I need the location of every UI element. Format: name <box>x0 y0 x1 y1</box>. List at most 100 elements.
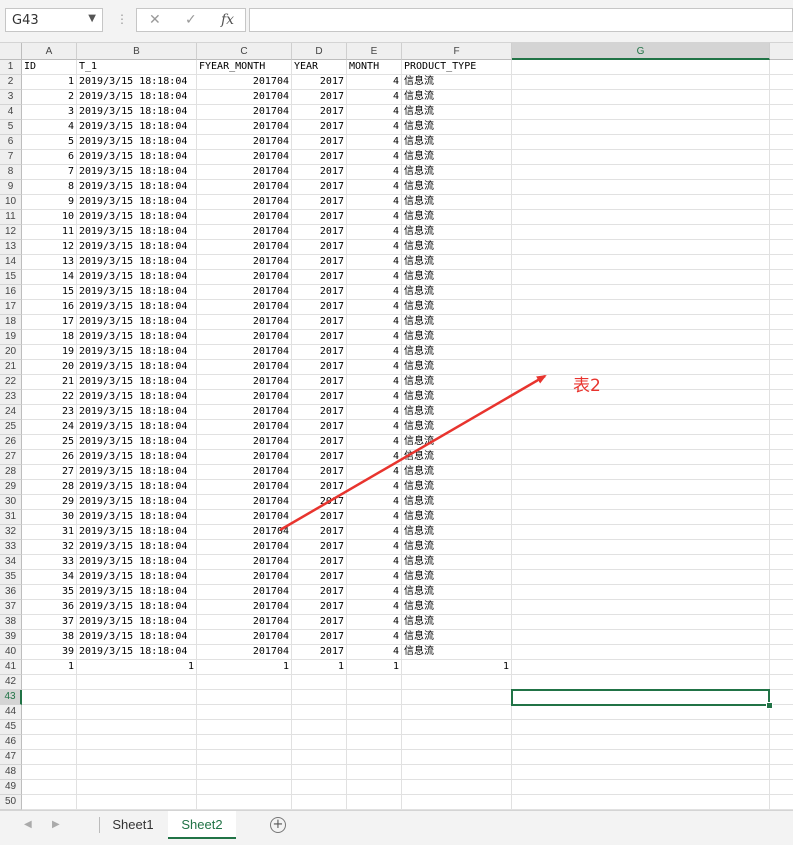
cell-id[interactable]: 1 <box>22 75 77 90</box>
cell-id[interactable]: 26 <box>22 450 77 465</box>
row-header[interactable]: 27 <box>0 450 22 465</box>
cell-id[interactable]: 27 <box>22 465 77 480</box>
cell-product-type[interactable]: 1 <box>402 660 512 675</box>
cell[interactable] <box>77 750 197 765</box>
cell-fyear-month[interactable]: 201704 <box>197 375 292 390</box>
row-header[interactable]: 50 <box>0 795 22 810</box>
cell-fyear-month[interactable]: 201704 <box>197 450 292 465</box>
cell-product-type[interactable]: 信息流 <box>402 330 512 345</box>
cell[interactable] <box>512 105 770 120</box>
cell[interactable] <box>292 675 347 690</box>
cell-id[interactable]: 3 <box>22 105 77 120</box>
cell-year[interactable]: 2017 <box>292 330 347 345</box>
cell-id[interactable]: 25 <box>22 435 77 450</box>
cell-month[interactable]: 4 <box>347 360 402 375</box>
cell-month[interactable]: 4 <box>347 345 402 360</box>
row-header[interactable]: 29 <box>0 480 22 495</box>
cell-product-type[interactable]: 信息流 <box>402 390 512 405</box>
cell[interactable] <box>347 675 402 690</box>
cell[interactable] <box>770 645 793 660</box>
cell[interactable] <box>402 735 512 750</box>
tab-sheet1[interactable]: Sheet1 <box>101 811 165 839</box>
cell-month[interactable]: 4 <box>347 540 402 555</box>
cell[interactable] <box>770 450 793 465</box>
cell[interactable] <box>770 300 793 315</box>
cell[interactable] <box>770 600 793 615</box>
cell-month[interactable]: 4 <box>347 165 402 180</box>
cell-t1[interactable]: T_1 <box>77 60 197 75</box>
cell-product-type[interactable]: 信息流 <box>402 120 512 135</box>
cell[interactable] <box>770 525 793 540</box>
column-header-g[interactable]: G <box>512 43 770 60</box>
row-header[interactable]: 15 <box>0 270 22 285</box>
cell-t1[interactable]: 2019/3/15 18:18:04 <box>77 285 197 300</box>
cell[interactable] <box>197 735 292 750</box>
cell[interactable] <box>292 720 347 735</box>
cell[interactable] <box>770 660 793 675</box>
cell-fyear-month[interactable]: 201704 <box>197 390 292 405</box>
cell-product-type[interactable]: 信息流 <box>402 240 512 255</box>
cell-t1[interactable]: 2019/3/15 18:18:04 <box>77 420 197 435</box>
cell-t1[interactable]: 2019/3/15 18:18:04 <box>77 315 197 330</box>
cell-product-type[interactable]: 信息流 <box>402 645 512 660</box>
insert-function-button[interactable]: fx <box>221 12 234 28</box>
cell[interactable] <box>512 660 770 675</box>
cell[interactable] <box>347 765 402 780</box>
cell[interactable] <box>197 780 292 795</box>
cell-fyear-month[interactable]: 201704 <box>197 135 292 150</box>
cell-fyear-month[interactable]: 201704 <box>197 210 292 225</box>
cell-product-type[interactable]: 信息流 <box>402 570 512 585</box>
row-header[interactable]: 1 <box>0 60 22 75</box>
cell[interactable] <box>197 705 292 720</box>
cell[interactable] <box>292 705 347 720</box>
cell-t1[interactable]: 2019/3/15 18:18:04 <box>77 105 197 120</box>
cell[interactable] <box>770 135 793 150</box>
row-header[interactable]: 20 <box>0 345 22 360</box>
row-header[interactable]: 37 <box>0 600 22 615</box>
select-all-corner[interactable] <box>0 43 22 60</box>
row-header[interactable]: 8 <box>0 165 22 180</box>
cell-month[interactable]: 4 <box>347 630 402 645</box>
row-header[interactable]: 6 <box>0 135 22 150</box>
cell-fyear-month[interactable]: 201704 <box>197 105 292 120</box>
cell[interactable] <box>512 630 770 645</box>
row-header[interactable]: 49 <box>0 780 22 795</box>
cell-product-type[interactable]: 信息流 <box>402 180 512 195</box>
cell[interactable] <box>512 750 770 765</box>
chevron-down-icon[interactable]: ▼ <box>88 13 96 24</box>
cell-t1[interactable]: 2019/3/15 18:18:04 <box>77 345 197 360</box>
cell-t1[interactable]: 2019/3/15 18:18:04 <box>77 165 197 180</box>
cell-year[interactable]: 2017 <box>292 255 347 270</box>
cell-product-type[interactable]: 信息流 <box>402 405 512 420</box>
cell-year[interactable]: 2017 <box>292 345 347 360</box>
cell-year[interactable]: 2017 <box>292 225 347 240</box>
cell-id[interactable]: 1 <box>22 660 77 675</box>
cell-month[interactable]: 4 <box>347 435 402 450</box>
row-header[interactable]: 17 <box>0 300 22 315</box>
cell[interactable] <box>512 720 770 735</box>
cell[interactable] <box>292 765 347 780</box>
cell-year[interactable]: 2017 <box>292 360 347 375</box>
cell-t1[interactable]: 2019/3/15 18:18:04 <box>77 495 197 510</box>
cell[interactable] <box>512 690 770 705</box>
cell[interactable] <box>292 780 347 795</box>
cell[interactable] <box>402 795 512 810</box>
row-header[interactable]: 11 <box>0 210 22 225</box>
cell-id[interactable]: 35 <box>22 585 77 600</box>
cell[interactable] <box>22 675 77 690</box>
cell-product-type[interactable]: 信息流 <box>402 600 512 615</box>
row-header[interactable]: 31 <box>0 510 22 525</box>
cell[interactable] <box>770 120 793 135</box>
cell[interactable] <box>402 690 512 705</box>
cell[interactable] <box>512 615 770 630</box>
cell[interactable] <box>347 795 402 810</box>
cell-id[interactable]: 2 <box>22 90 77 105</box>
cell[interactable] <box>770 750 793 765</box>
cell-id[interactable]: 36 <box>22 600 77 615</box>
cell-id[interactable]: 31 <box>22 525 77 540</box>
cell-year[interactable]: 1 <box>292 660 347 675</box>
cell[interactable] <box>512 600 770 615</box>
cell-year[interactable]: 2017 <box>292 555 347 570</box>
cell[interactable] <box>770 435 793 450</box>
cell-month[interactable]: 4 <box>347 255 402 270</box>
